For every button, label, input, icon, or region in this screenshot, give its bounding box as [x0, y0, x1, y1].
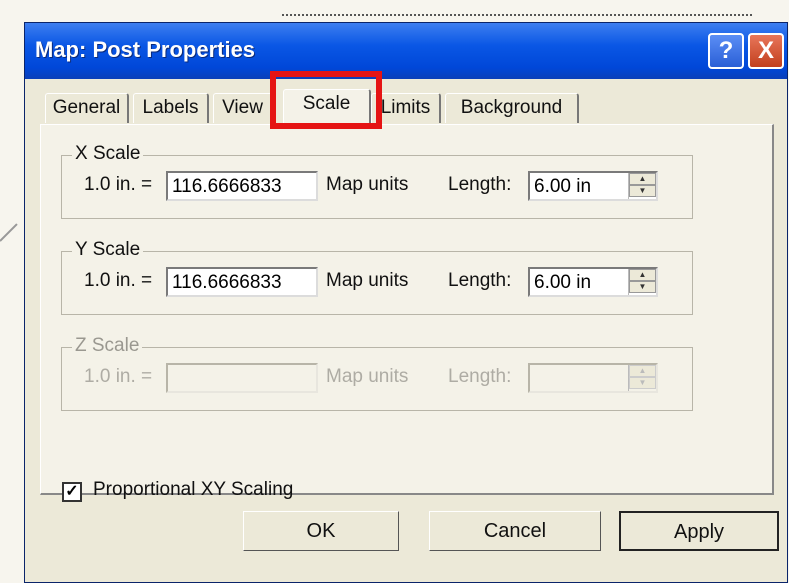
cancel-button[interactable]: Cancel	[429, 511, 601, 551]
y-scale-map-units-input[interactable]: 116.6666833	[166, 267, 318, 297]
x-scale-prefix: 1.0 in. =	[84, 174, 153, 195]
y-scale-units-label: Map units	[326, 270, 409, 291]
z-length-spinner: ▲ ▼	[628, 365, 656, 391]
scale-tab-highlight	[270, 71, 382, 129]
apply-button[interactable]: Apply	[619, 511, 779, 551]
tab-view[interactable]: View	[213, 93, 273, 123]
spin-up-icon[interactable]: ▲	[629, 173, 656, 185]
y-scale-group: Y Scale 1.0 in. = 116.6666833 Map units …	[61, 239, 693, 315]
x-scale-map-units-input[interactable]: 116.6666833	[166, 171, 318, 201]
spin-down-icon: ▼	[629, 377, 656, 389]
tab-strip: General Labels View Scale Limits Backgro…	[25, 89, 787, 127]
x-scale-legend: X Scale	[72, 143, 144, 165]
z-length-label: Length:	[448, 366, 512, 387]
z-scale-map-units-input	[166, 363, 318, 393]
x-scale-group: X Scale 1.0 in. = 116.6666833 Map units …	[61, 143, 693, 219]
ok-button[interactable]: OK	[243, 511, 399, 551]
tab-labels[interactable]: Labels	[133, 93, 209, 123]
close-button[interactable]: X	[748, 33, 784, 69]
stray-line	[0, 223, 18, 242]
spin-down-icon[interactable]: ▼	[629, 281, 656, 293]
z-scale-prefix: 1.0 in. =	[84, 366, 153, 387]
proportional-scaling-checkbox[interactable]: ✓	[62, 482, 82, 502]
y-length-spinner[interactable]: ▲ ▼	[628, 269, 656, 295]
title-bar[interactable]: Map: Post Properties ? X	[25, 23, 787, 79]
proportional-scaling-label: Proportional XY Scaling	[93, 479, 294, 500]
z-scale-group: Z Scale 1.0 in. = Map units Length: ▲ ▼	[61, 335, 693, 411]
y-scale-legend: Y Scale	[72, 239, 144, 261]
spin-up-icon: ▲	[629, 365, 656, 377]
x-scale-units-label: Map units	[326, 174, 409, 195]
scale-panel: X Scale 1.0 in. = 116.6666833 Map units …	[40, 124, 774, 502]
z-scale-units-label: Map units	[326, 366, 409, 387]
y-scale-prefix: 1.0 in. =	[84, 270, 153, 291]
y-length-label: Length:	[448, 270, 512, 291]
window-title: Map: Post Properties	[35, 37, 256, 62]
properties-dialog: Map: Post Properties ? X General Labels …	[24, 22, 788, 583]
spin-up-icon[interactable]: ▲	[629, 269, 656, 281]
help-button[interactable]: ?	[708, 33, 744, 69]
spin-down-icon[interactable]: ▼	[629, 185, 656, 197]
x-length-label: Length:	[448, 174, 512, 195]
tab-general[interactable]: General	[45, 93, 129, 123]
z-scale-legend: Z Scale	[72, 335, 143, 357]
tab-background[interactable]: Background	[445, 93, 579, 123]
x-length-spinner[interactable]: ▲ ▼	[628, 173, 656, 199]
